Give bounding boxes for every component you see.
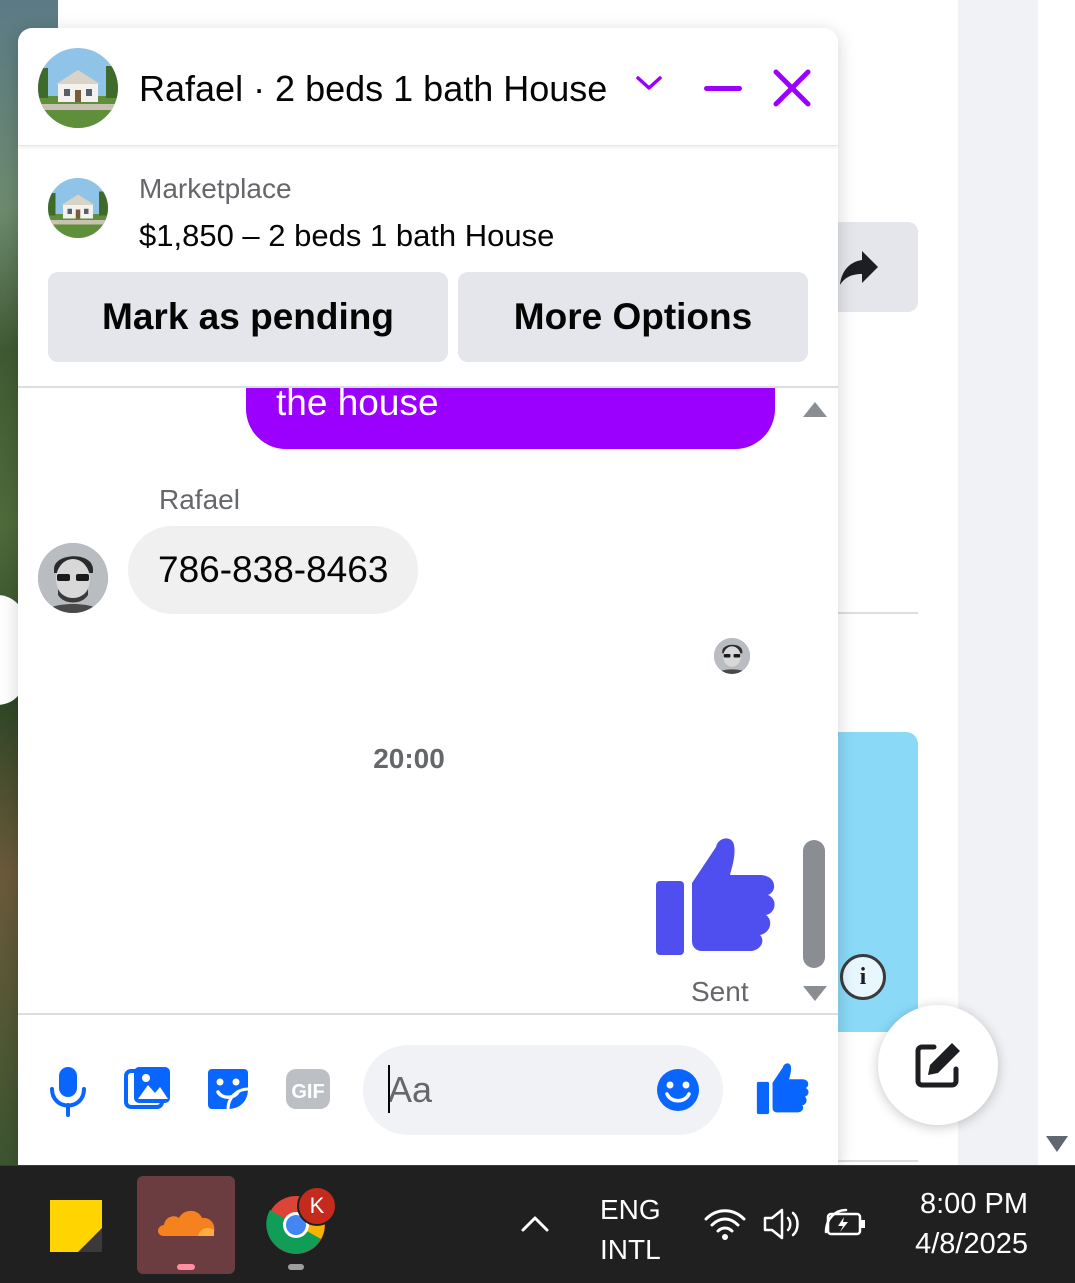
thumbs-up-icon[interactable] [654, 833, 778, 957]
composer-bar: GIF [18, 1013, 838, 1165]
read-receipt-avatar [714, 638, 750, 674]
page-scroll-down-arrow[interactable] [1046, 1136, 1068, 1152]
divider [838, 612, 918, 614]
clock-date: 4/8/2025 [915, 1228, 1028, 1260]
chat-scrollbar[interactable] [798, 388, 838, 1013]
volume-icon[interactable] [762, 1206, 806, 1242]
avatar[interactable] [38, 543, 108, 613]
minimize-icon[interactable] [704, 86, 742, 91]
photo-icon[interactable] [124, 1065, 172, 1113]
chevron-down-icon[interactable] [634, 73, 664, 93]
page-scrollbar-track [1038, 0, 1075, 1165]
running-app-indicator [288, 1264, 304, 1270]
system-clock[interactable]: 8:00 PM 4/8/2025 [880, 1184, 1028, 1264]
timestamp-separator: 20:00 [373, 743, 445, 774]
chat-title[interactable]: Rafael · 2 beds 1 bath House [139, 68, 607, 110]
incoming-message-bubble[interactable]: 786-838-8463 [128, 526, 419, 614]
listing-source-label: Marketplace [139, 173, 292, 204]
sent-status: Sent [691, 976, 749, 1007]
text-cursor [388, 1065, 390, 1113]
svg-text:GIF: GIF [291, 1081, 324, 1103]
listing-avatar[interactable] [38, 48, 118, 128]
scrollbar-thumb[interactable] [803, 840, 825, 968]
scroll-up-arrow[interactable] [803, 402, 827, 417]
mark-as-pending-button[interactable]: Mark as pending [48, 272, 448, 362]
info-icon[interactable]: i [840, 954, 886, 1000]
sticky-notes-icon[interactable] [48, 1198, 104, 1254]
taskbar: K ENG INTL 8:00 PM 4/8/2025 [0, 1165, 1075, 1283]
scroll-down-arrow[interactable] [803, 986, 827, 1001]
thumbs-up-icon[interactable] [756, 1061, 810, 1115]
cloudflare-taskbar-button[interactable] [137, 1176, 235, 1274]
new-message-button[interactable] [878, 1005, 998, 1125]
message-input-wrapper[interactable] [363, 1045, 723, 1135]
language-indicator[interactable]: ENG INTL [600, 1190, 661, 1270]
language-code: ENG [600, 1194, 661, 1225]
wifi-icon[interactable] [703, 1206, 747, 1242]
close-icon[interactable] [770, 66, 814, 110]
divider [838, 1160, 918, 1162]
cloudflare-icon [158, 1210, 215, 1236]
chrome-profile-badge: K [297, 1186, 337, 1226]
active-app-indicator [177, 1264, 195, 1270]
outgoing-message-bubble[interactable]: the house [246, 388, 775, 449]
emoji-icon[interactable] [655, 1067, 701, 1113]
listing-thumbnail[interactable] [48, 178, 108, 238]
share-icon [840, 251, 878, 285]
sender-name: Rafael [159, 484, 240, 515]
message-list[interactable]: the house Rafael 786-838-8463 20:00 Sent [18, 388, 838, 1013]
battery-icon[interactable] [822, 1204, 868, 1242]
chevron-up-icon[interactable] [520, 1214, 550, 1234]
sticker-icon[interactable] [204, 1065, 252, 1113]
chat-header[interactable]: Rafael · 2 beds 1 bath House [18, 28, 838, 146]
compose-icon [915, 1043, 960, 1088]
clock-time: 8:00 PM [920, 1188, 1028, 1220]
listing-title[interactable]: $1,850 – 2 beds 1 bath House [139, 218, 554, 254]
more-options-button[interactable]: More Options [458, 272, 808, 362]
gif-icon[interactable]: GIF [284, 1067, 332, 1111]
message-input[interactable] [388, 1065, 648, 1115]
keyboard-layout: INTL [600, 1234, 661, 1265]
chat-window: Rafael · 2 beds 1 bath House Marketplace… [18, 28, 838, 1165]
microphone-icon[interactable] [48, 1065, 88, 1117]
